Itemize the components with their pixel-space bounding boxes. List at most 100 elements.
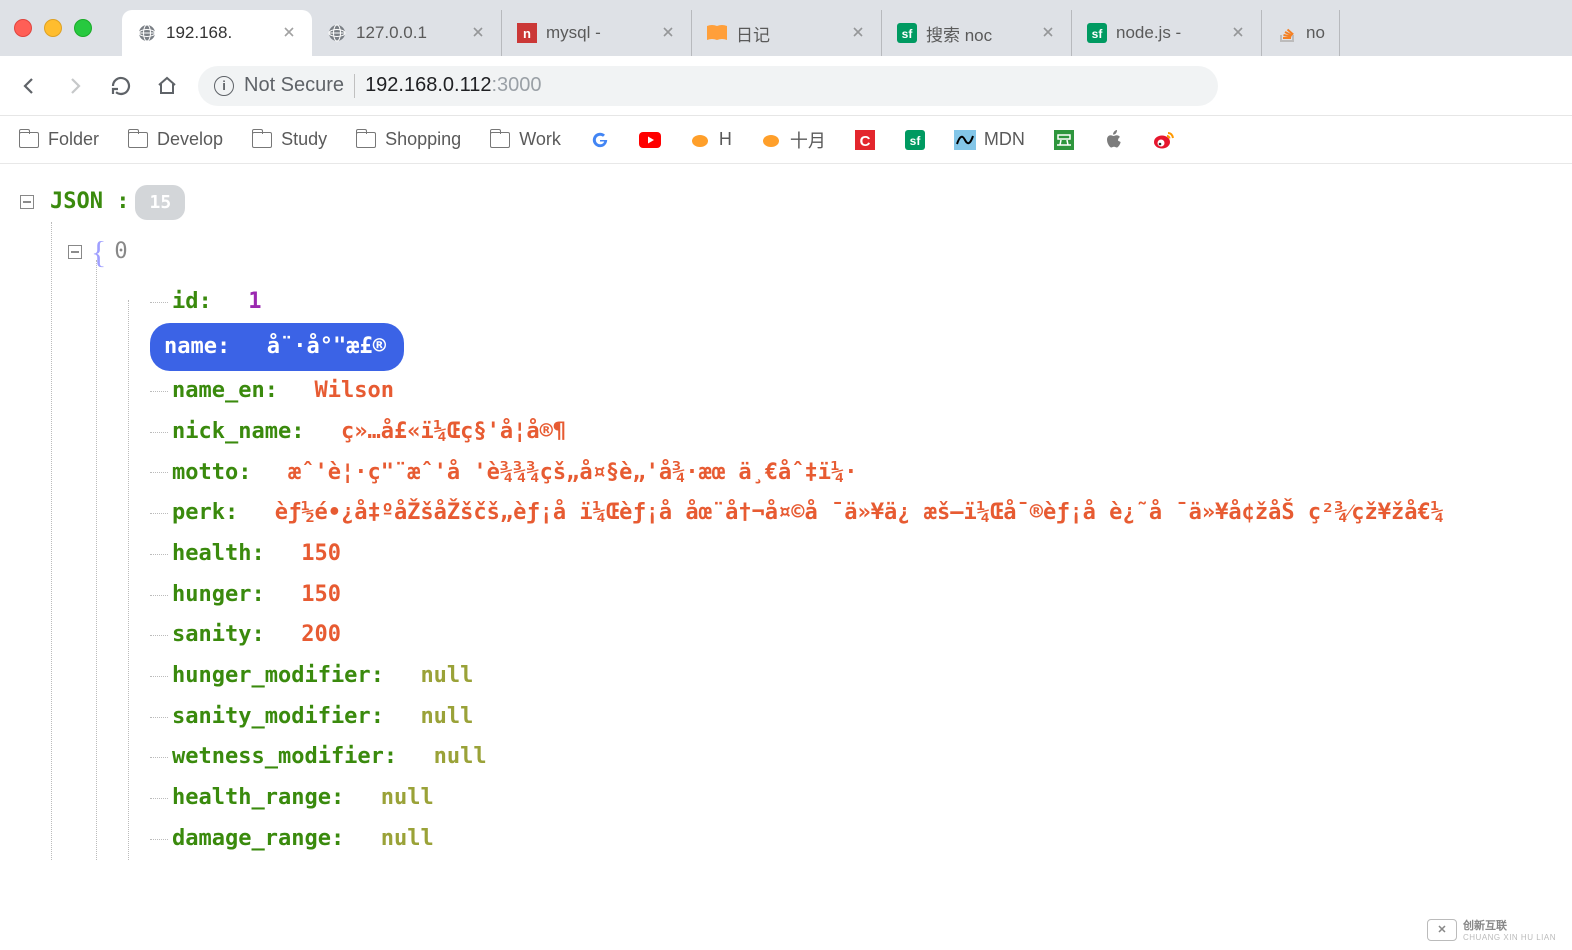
- reload-button[interactable]: [106, 71, 136, 101]
- bookmark-item[interactable]: Shopping: [355, 129, 461, 151]
- browser-tab[interactable]: sf node.js -: [1072, 10, 1262, 56]
- collapse-icon[interactable]: [68, 245, 82, 259]
- json-value: ç»…å£«ï¼Œç§'å¦å®¶: [341, 412, 566, 453]
- youtube-icon: [639, 129, 661, 151]
- json-field-row[interactable]: health : 150: [20, 534, 1572, 575]
- info-icon[interactable]: i: [214, 76, 234, 96]
- json-key: damage_range: [172, 819, 331, 860]
- book-icon: [706, 22, 728, 44]
- window-controls: [14, 19, 92, 37]
- json-key: hunger_modifier: [172, 656, 371, 697]
- close-tab-icon[interactable]: [851, 25, 867, 41]
- bookmark-item[interactable]: [1153, 129, 1175, 151]
- bookmark-item[interactable]: 十月: [760, 127, 826, 153]
- json-array-item-row[interactable]: { 0: [20, 223, 1572, 282]
- json-viewer: JSON : 15 { 0 id : 1name : å¨·å°"æ£®name…: [0, 164, 1572, 860]
- globe-icon: [136, 22, 158, 44]
- browser-tab[interactable]: sf搜索 noc: [882, 10, 1072, 56]
- json-field-row[interactable]: sanity : 200: [20, 615, 1572, 656]
- json-value: 150: [301, 575, 341, 616]
- browser-tabbar: 192.168. 127.0.0.1nmysql - 日记 sf搜索 noc sfnod…: [0, 0, 1572, 56]
- tab-title: 192.168.: [166, 23, 274, 43]
- json-value: null: [381, 778, 434, 819]
- json-field-row[interactable]: wetness_modifier : null: [20, 737, 1572, 778]
- bookmarks-bar: Folder Develop Study Shopping Work H 十月 Csf MDN: [0, 116, 1572, 164]
- close-tab-icon[interactable]: [1231, 25, 1247, 41]
- browser-tab[interactable]: nmysql -: [502, 10, 692, 56]
- folder-icon: [18, 129, 40, 151]
- json-key: id: [172, 282, 199, 323]
- back-button[interactable]: [14, 71, 44, 101]
- json-field-row[interactable]: perk : èƒ½é•¿å‡ºåŽšåŽščš„èƒ¡å ï¼Œèƒ¡å åœ…: [20, 493, 1572, 534]
- json-field-row[interactable]: motto : æˆ'è¦·ç"¨æˆ'å 'è¾¾¾çš„å¤§è„'å¾·æ…: [20, 453, 1572, 494]
- folder-icon: [489, 129, 511, 151]
- json-field-row[interactable]: sanity_modifier : null: [20, 697, 1572, 738]
- folder-icon: [355, 129, 377, 151]
- bookmark-item[interactable]: sf: [904, 129, 926, 151]
- tab-title: no: [1306, 23, 1325, 43]
- collapse-icon[interactable]: [20, 195, 34, 209]
- home-button[interactable]: [152, 71, 182, 101]
- json-value: æˆ'è¦·ç"¨æˆ'å 'è¾¾¾çš„å¤§è„'å¾·æœ ä¸€åˆ‡…: [288, 453, 858, 494]
- json-field-row[interactable]: name : å¨·å°"æ£®: [20, 323, 1572, 372]
- minimize-window-button[interactable]: [44, 19, 62, 37]
- bookmark-item[interactable]: C: [854, 129, 876, 151]
- close-tab-icon[interactable]: [471, 25, 487, 41]
- tab-title: 日记: [736, 21, 843, 46]
- tab-title: 搜索 noc: [926, 21, 1033, 46]
- json-root-row[interactable]: JSON : 15: [20, 182, 1572, 223]
- json-field-row[interactable]: hunger : 150: [20, 575, 1572, 616]
- omnibox[interactable]: i Not Secure 192.168.0.112:3000: [198, 66, 1218, 106]
- watermark: ✕ 创新互联 CHUANG XIN HU LIAN: [1427, 917, 1556, 942]
- json-key: name_en: [172, 371, 265, 412]
- close-tab-icon[interactable]: [282, 25, 298, 41]
- globe-icon: [326, 22, 348, 44]
- bookmark-label: Folder: [48, 129, 99, 150]
- json-field-row[interactable]: damage_range : null: [20, 819, 1572, 860]
- douban-icon: [1053, 129, 1075, 151]
- json-value: 1: [248, 282, 261, 323]
- svg-text:sf: sf: [910, 134, 922, 148]
- address-bar: i Not Secure 192.168.0.112:3000: [0, 56, 1572, 116]
- npm-icon: n: [516, 22, 538, 44]
- browser-tab[interactable]: 192.168.: [122, 10, 312, 56]
- bookmark-item[interactable]: [1053, 129, 1075, 151]
- close-tab-icon[interactable]: [1041, 25, 1057, 41]
- tab-title: node.js -: [1116, 23, 1223, 43]
- bookmark-item[interactable]: Study: [251, 129, 327, 151]
- json-key: sanity_modifier: [172, 697, 371, 738]
- browser-tab[interactable]: 127.0.0.1: [312, 10, 502, 56]
- json-value: null: [420, 656, 473, 697]
- orange-dot-icon: [760, 129, 782, 151]
- json-field-row[interactable]: health_range : null: [20, 778, 1572, 819]
- json-key: perk: [172, 493, 225, 534]
- json-key: health_range: [172, 778, 331, 819]
- forward-button[interactable]: [60, 71, 90, 101]
- bookmark-item[interactable]: [639, 129, 661, 151]
- svg-text:sf: sf: [1092, 27, 1104, 41]
- segmentfault-icon: sf: [904, 129, 926, 151]
- bookmark-label: Study: [281, 129, 327, 150]
- json-field-row[interactable]: hunger_modifier : null: [20, 656, 1572, 697]
- json-field-row[interactable]: id : 1: [20, 282, 1572, 323]
- close-window-button[interactable]: [14, 19, 32, 37]
- red-square-icon: C: [854, 129, 876, 151]
- json-field-row[interactable]: name_en : Wilson: [20, 371, 1572, 412]
- json-value: 150: [301, 534, 341, 575]
- close-tab-icon[interactable]: [661, 25, 677, 41]
- bookmark-label: Shopping: [385, 129, 461, 150]
- browser-tab[interactable]: no: [1262, 10, 1340, 56]
- maximize-window-button[interactable]: [74, 19, 92, 37]
- bookmark-item[interactable]: Folder: [18, 129, 99, 151]
- json-field-row[interactable]: nick_name : ç»…å£«ï¼Œç§'å¦å®¶: [20, 412, 1572, 453]
- bookmark-item[interactable]: [589, 129, 611, 151]
- bookmark-item[interactable]: [1103, 129, 1125, 151]
- bookmark-item[interactable]: H: [689, 129, 732, 151]
- bookmark-item[interactable]: Work: [489, 129, 561, 151]
- bookmark-item[interactable]: MDN: [954, 129, 1025, 151]
- bookmark-item[interactable]: Develop: [127, 129, 223, 151]
- svg-text:C: C: [859, 133, 870, 150]
- browser-tab[interactable]: 日记: [692, 10, 882, 56]
- json-key: health: [172, 534, 251, 575]
- not-secure-label: Not Secure: [244, 74, 344, 97]
